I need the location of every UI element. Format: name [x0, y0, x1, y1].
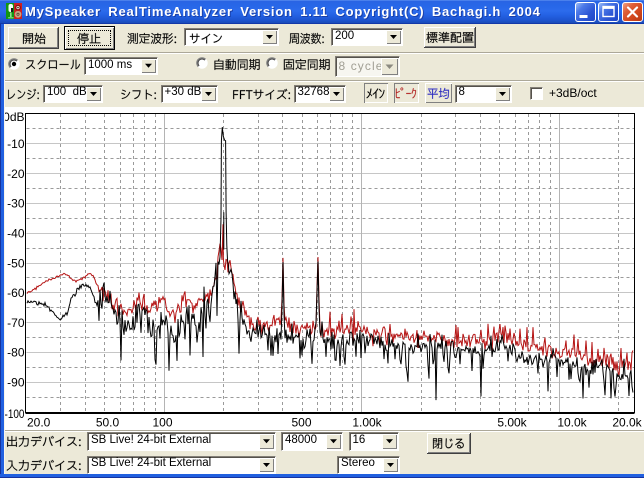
svg-text:100: 100	[152, 416, 172, 430]
svg-text:-10: -10	[7, 137, 25, 151]
svg-text:50.0: 50.0	[96, 416, 120, 430]
svg-text:5.00k: 5.00k	[497, 416, 527, 430]
svg-text:-30: -30	[7, 197, 25, 211]
svg-text:-100: -100	[5, 407, 25, 421]
svg-text:-70: -70	[7, 316, 25, 330]
svg-text:1.00k: 1.00k	[352, 416, 382, 430]
svg-text:-40: -40	[7, 227, 25, 241]
svg-text:20.0k: 20.0k	[612, 416, 642, 430]
svg-text:-20: -20	[7, 167, 25, 181]
svg-text:20.0: 20.0	[27, 416, 51, 430]
svg-text:0dB: 0dB	[3, 110, 24, 124]
svg-text:-90: -90	[7, 376, 25, 390]
svg-text:500: 500	[291, 416, 311, 430]
svg-text:-80: -80	[7, 346, 25, 360]
svg-text:-60: -60	[7, 286, 25, 300]
svg-text:10.0k: 10.0k	[557, 416, 587, 430]
svg-text:-50: -50	[7, 256, 25, 270]
